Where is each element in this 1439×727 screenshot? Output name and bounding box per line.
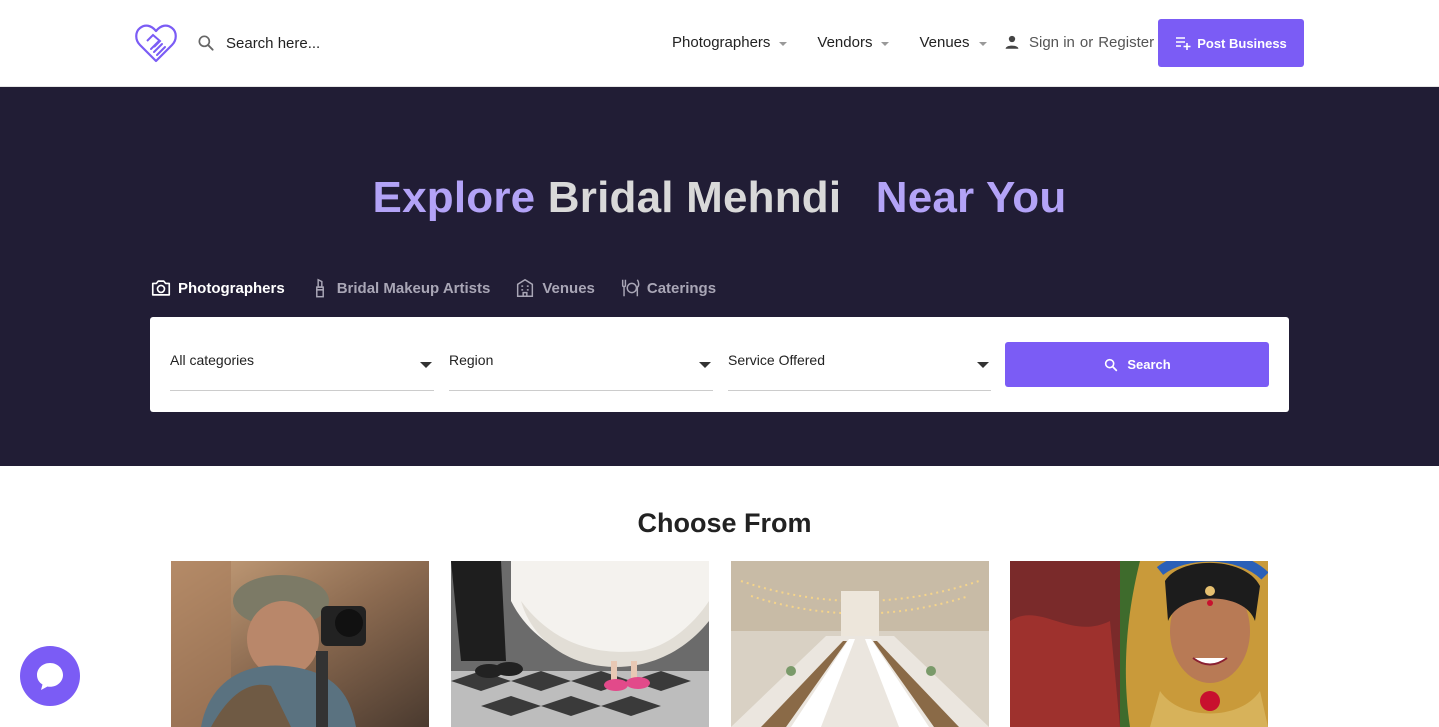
- hero-title: Explore Bridal Mehndi Near You: [0, 173, 1439, 223]
- playlist-add-icon: [1176, 37, 1191, 50]
- service-select[interactable]: Service Offered: [728, 342, 991, 391]
- card-wedding-image[interactable]: [451, 561, 709, 727]
- choose-from-heading: Choose From: [637, 508, 812, 538]
- tab-bridal-makeup-artists-label: Bridal Makeup Artists: [336, 279, 491, 297]
- search-input[interactable]: [226, 34, 406, 52]
- search-button[interactable]: Search: [1005, 342, 1269, 387]
- hero-title-near-you: Near You: [875, 173, 1067, 222]
- tab-caterings-label: Caterings: [646, 279, 717, 297]
- nav-venues[interactable]: Venues: [919, 34, 987, 51]
- or-text: or: [1079, 33, 1094, 51]
- site-header: Photographers Vendors Venues Sign in or …: [0, 0, 1439, 87]
- listing-search-form: All categories Region Service Offered Se…: [150, 317, 1289, 412]
- nav-vendors[interactable]: Vendors: [817, 34, 890, 51]
- hero-title-explore: Explore: [372, 173, 536, 222]
- hero-section: Explore Bridal Mehndi Near You Photograp…: [0, 87, 1439, 466]
- chat-bubble-icon: [37, 663, 63, 690]
- cutlery-icon: [621, 279, 640, 297]
- nav-vendors-label: Vendors: [817, 34, 873, 51]
- register-link[interactable]: Register: [1098, 34, 1154, 51]
- building-icon: [517, 278, 534, 297]
- tab-bridal-makeup-artists[interactable]: Bridal Makeup Artists: [309, 277, 491, 299]
- search-icon: [198, 35, 214, 51]
- card-photographer-image[interactable]: [171, 561, 429, 727]
- main-nav: Photographers Vendors Venues: [672, 34, 1017, 51]
- account-links: Sign in or Register: [1003, 33, 1154, 51]
- card-venue-image[interactable]: [731, 561, 989, 727]
- tab-photographers-label: Photographers: [178, 279, 285, 297]
- heart-handshake-logo-icon[interactable]: [134, 21, 178, 65]
- chevron-down-icon: [978, 41, 987, 46]
- hero-title-category: Bridal Mehndi: [547, 173, 842, 222]
- post-business-label: Post Business: [1197, 35, 1287, 51]
- tab-venues[interactable]: Venues: [514, 277, 595, 299]
- category-select[interactable]: All categories: [170, 342, 434, 391]
- search-icon: [1105, 358, 1118, 371]
- chat-widget-button[interactable]: [20, 646, 80, 706]
- sign-in-link[interactable]: Sign in: [1029, 34, 1075, 51]
- region-select[interactable]: Region: [449, 342, 713, 391]
- caret-down-icon: [699, 362, 711, 368]
- user-icon: [1005, 35, 1019, 49]
- chevron-down-icon: [881, 41, 890, 46]
- category-select-value: All categories: [170, 352, 255, 368]
- lipstick-icon: [315, 278, 324, 298]
- chevron-down-icon: [779, 41, 788, 46]
- service-select-value: Service Offered: [728, 352, 826, 368]
- tab-caterings[interactable]: Caterings: [619, 277, 716, 299]
- nav-photographers[interactable]: Photographers: [672, 34, 788, 51]
- caret-down-icon: [420, 362, 432, 368]
- post-business-button[interactable]: Post Business: [1158, 19, 1304, 67]
- search-button-label: Search: [1127, 357, 1171, 372]
- card-bridal-makeup-image[interactable]: [1010, 561, 1268, 727]
- tab-venues-label: Venues: [542, 279, 595, 297]
- camera-icon: [151, 280, 171, 296]
- region-select-value: Region: [449, 352, 494, 368]
- tab-photographers[interactable]: Photographers: [150, 277, 285, 299]
- category-tabs: Photographers Bridal Makeup Artists Venu…: [150, 277, 740, 299]
- nav-venues-label: Venues: [919, 34, 970, 51]
- header-search: [196, 33, 406, 53]
- nav-photographers-label: Photographers: [672, 34, 771, 51]
- caret-down-icon: [977, 362, 989, 368]
